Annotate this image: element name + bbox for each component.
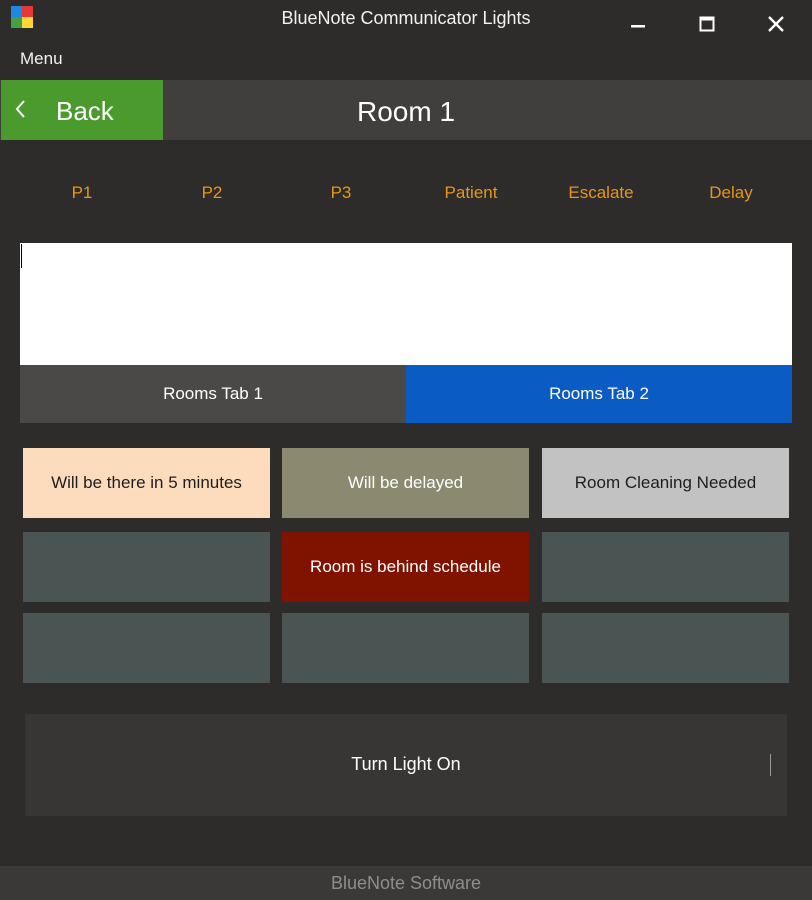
quick-message-button[interactable]: Will be there in 5 minutes: [23, 448, 270, 518]
quick-message-button[interactable]: Will be delayed: [282, 448, 529, 518]
close-button[interactable]: [742, 0, 810, 48]
footer-text: BlueNote Software: [330, 873, 482, 893]
quick-message-button[interactable]: [23, 613, 270, 683]
message-input[interactable]: [20, 243, 792, 365]
menu-button[interactable]: Menu: [20, 49, 63, 69]
priority-options: P1 P2 P3 Patient Escalate Delay: [17, 173, 797, 213]
chevron-left-icon: [15, 100, 25, 118]
quick-message-button[interactable]: Room is behind schedule: [282, 532, 529, 602]
close-icon: [768, 16, 784, 32]
title-bar: BlueNote Communicator Lights: [0, 0, 812, 44]
maximize-button[interactable]: [673, 0, 741, 48]
text-caret: [21, 244, 22, 268]
quick-message-button[interactable]: [542, 532, 789, 602]
priority-option-p2[interactable]: P2: [147, 173, 277, 213]
room-header: Back Room 1: [0, 80, 812, 140]
back-button[interactable]: Back: [1, 80, 163, 140]
priority-option-p1[interactable]: P1: [17, 173, 147, 213]
quick-message-button[interactable]: [542, 613, 789, 683]
priority-option-escalate[interactable]: Escalate: [536, 173, 666, 213]
priority-option-patient[interactable]: Patient: [406, 173, 536, 213]
maximize-icon: [699, 16, 715, 32]
tab-rooms-2[interactable]: Rooms Tab 2: [406, 365, 792, 423]
quick-message-button[interactable]: [23, 532, 270, 602]
tab-rooms-1[interactable]: Rooms Tab 1: [20, 365, 406, 423]
menu-bar: Menu: [0, 44, 812, 80]
priority-option-delay[interactable]: Delay: [666, 173, 796, 213]
quick-message-button[interactable]: Room Cleaning Needed: [542, 448, 789, 518]
minimize-button[interactable]: [604, 0, 672, 48]
priority-option-p3[interactable]: P3: [276, 173, 406, 213]
turn-light-on-label: Turn Light On: [351, 754, 461, 774]
quick-message-button[interactable]: [282, 613, 529, 683]
minimize-icon: [631, 25, 645, 28]
footer: BlueNote Software: [0, 866, 812, 900]
turn-light-on-button[interactable]: Turn Light On: [25, 714, 787, 816]
back-button-label: Back: [56, 96, 114, 126]
divider: [770, 754, 771, 776]
